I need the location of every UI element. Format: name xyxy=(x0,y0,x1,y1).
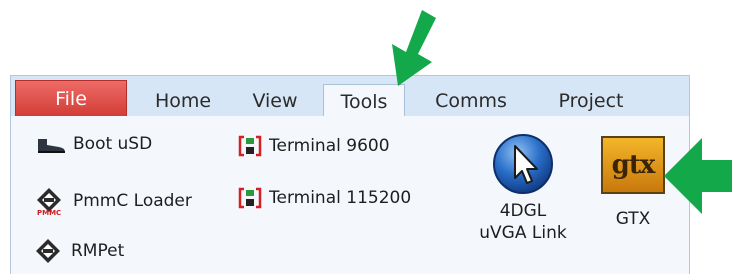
terminal-icon xyxy=(238,187,262,209)
terminal-115200-button[interactable]: Terminal 115200 xyxy=(237,186,411,210)
terminal-icon xyxy=(238,135,262,157)
tab-project[interactable]: Project xyxy=(535,84,647,117)
chip-icon: PMMC xyxy=(37,188,61,216)
svg-text:PMMC: PMMC xyxy=(37,209,61,216)
gtx-label: GTX xyxy=(615,209,651,229)
ribbon-tab-bar: File Home View Tools Comms Project xyxy=(10,75,690,118)
green-arrow-icon xyxy=(392,10,436,86)
boot-usd-button[interactable]: Boot uSD xyxy=(35,134,152,154)
tools-panel: Boot uSD PMMC PmmC Loader RMPet Terminal… xyxy=(10,116,690,274)
boot-usd-label: Boot uSD xyxy=(73,134,153,154)
gtx-logo-icon: gtx xyxy=(601,136,665,194)
cursor-circle-icon xyxy=(493,134,553,194)
uvga-link-line1: 4DGL xyxy=(499,201,547,221)
boot-icon xyxy=(38,139,65,153)
terminal-9600-button[interactable]: Terminal 9600 xyxy=(237,134,390,158)
pmmc-loader-label: PmmC Loader xyxy=(73,191,192,211)
tab-view[interactable]: View xyxy=(235,84,315,117)
terminal-9600-label: Terminal 9600 xyxy=(269,136,390,156)
uvga-link-button[interactable]: 4DGL uVGA Link xyxy=(473,132,573,244)
tab-home[interactable]: Home xyxy=(135,84,231,117)
diamond-icon xyxy=(36,239,60,263)
rmpet-button[interactable]: RMPet xyxy=(35,238,124,264)
pmmc-loader-button[interactable]: PMMC PmmC Loader xyxy=(35,186,192,216)
uvga-link-line2: uVGA Link xyxy=(479,223,567,243)
gtx-button[interactable]: gtx GTX xyxy=(593,136,673,230)
rmpet-label: RMPet xyxy=(71,241,125,261)
ribbon: File Home View Tools Comms Project Boot … xyxy=(10,75,690,274)
tab-file[interactable]: File xyxy=(15,80,127,117)
green-arrow-icon xyxy=(664,138,732,214)
terminal-115200-label: Terminal 115200 xyxy=(269,188,412,208)
